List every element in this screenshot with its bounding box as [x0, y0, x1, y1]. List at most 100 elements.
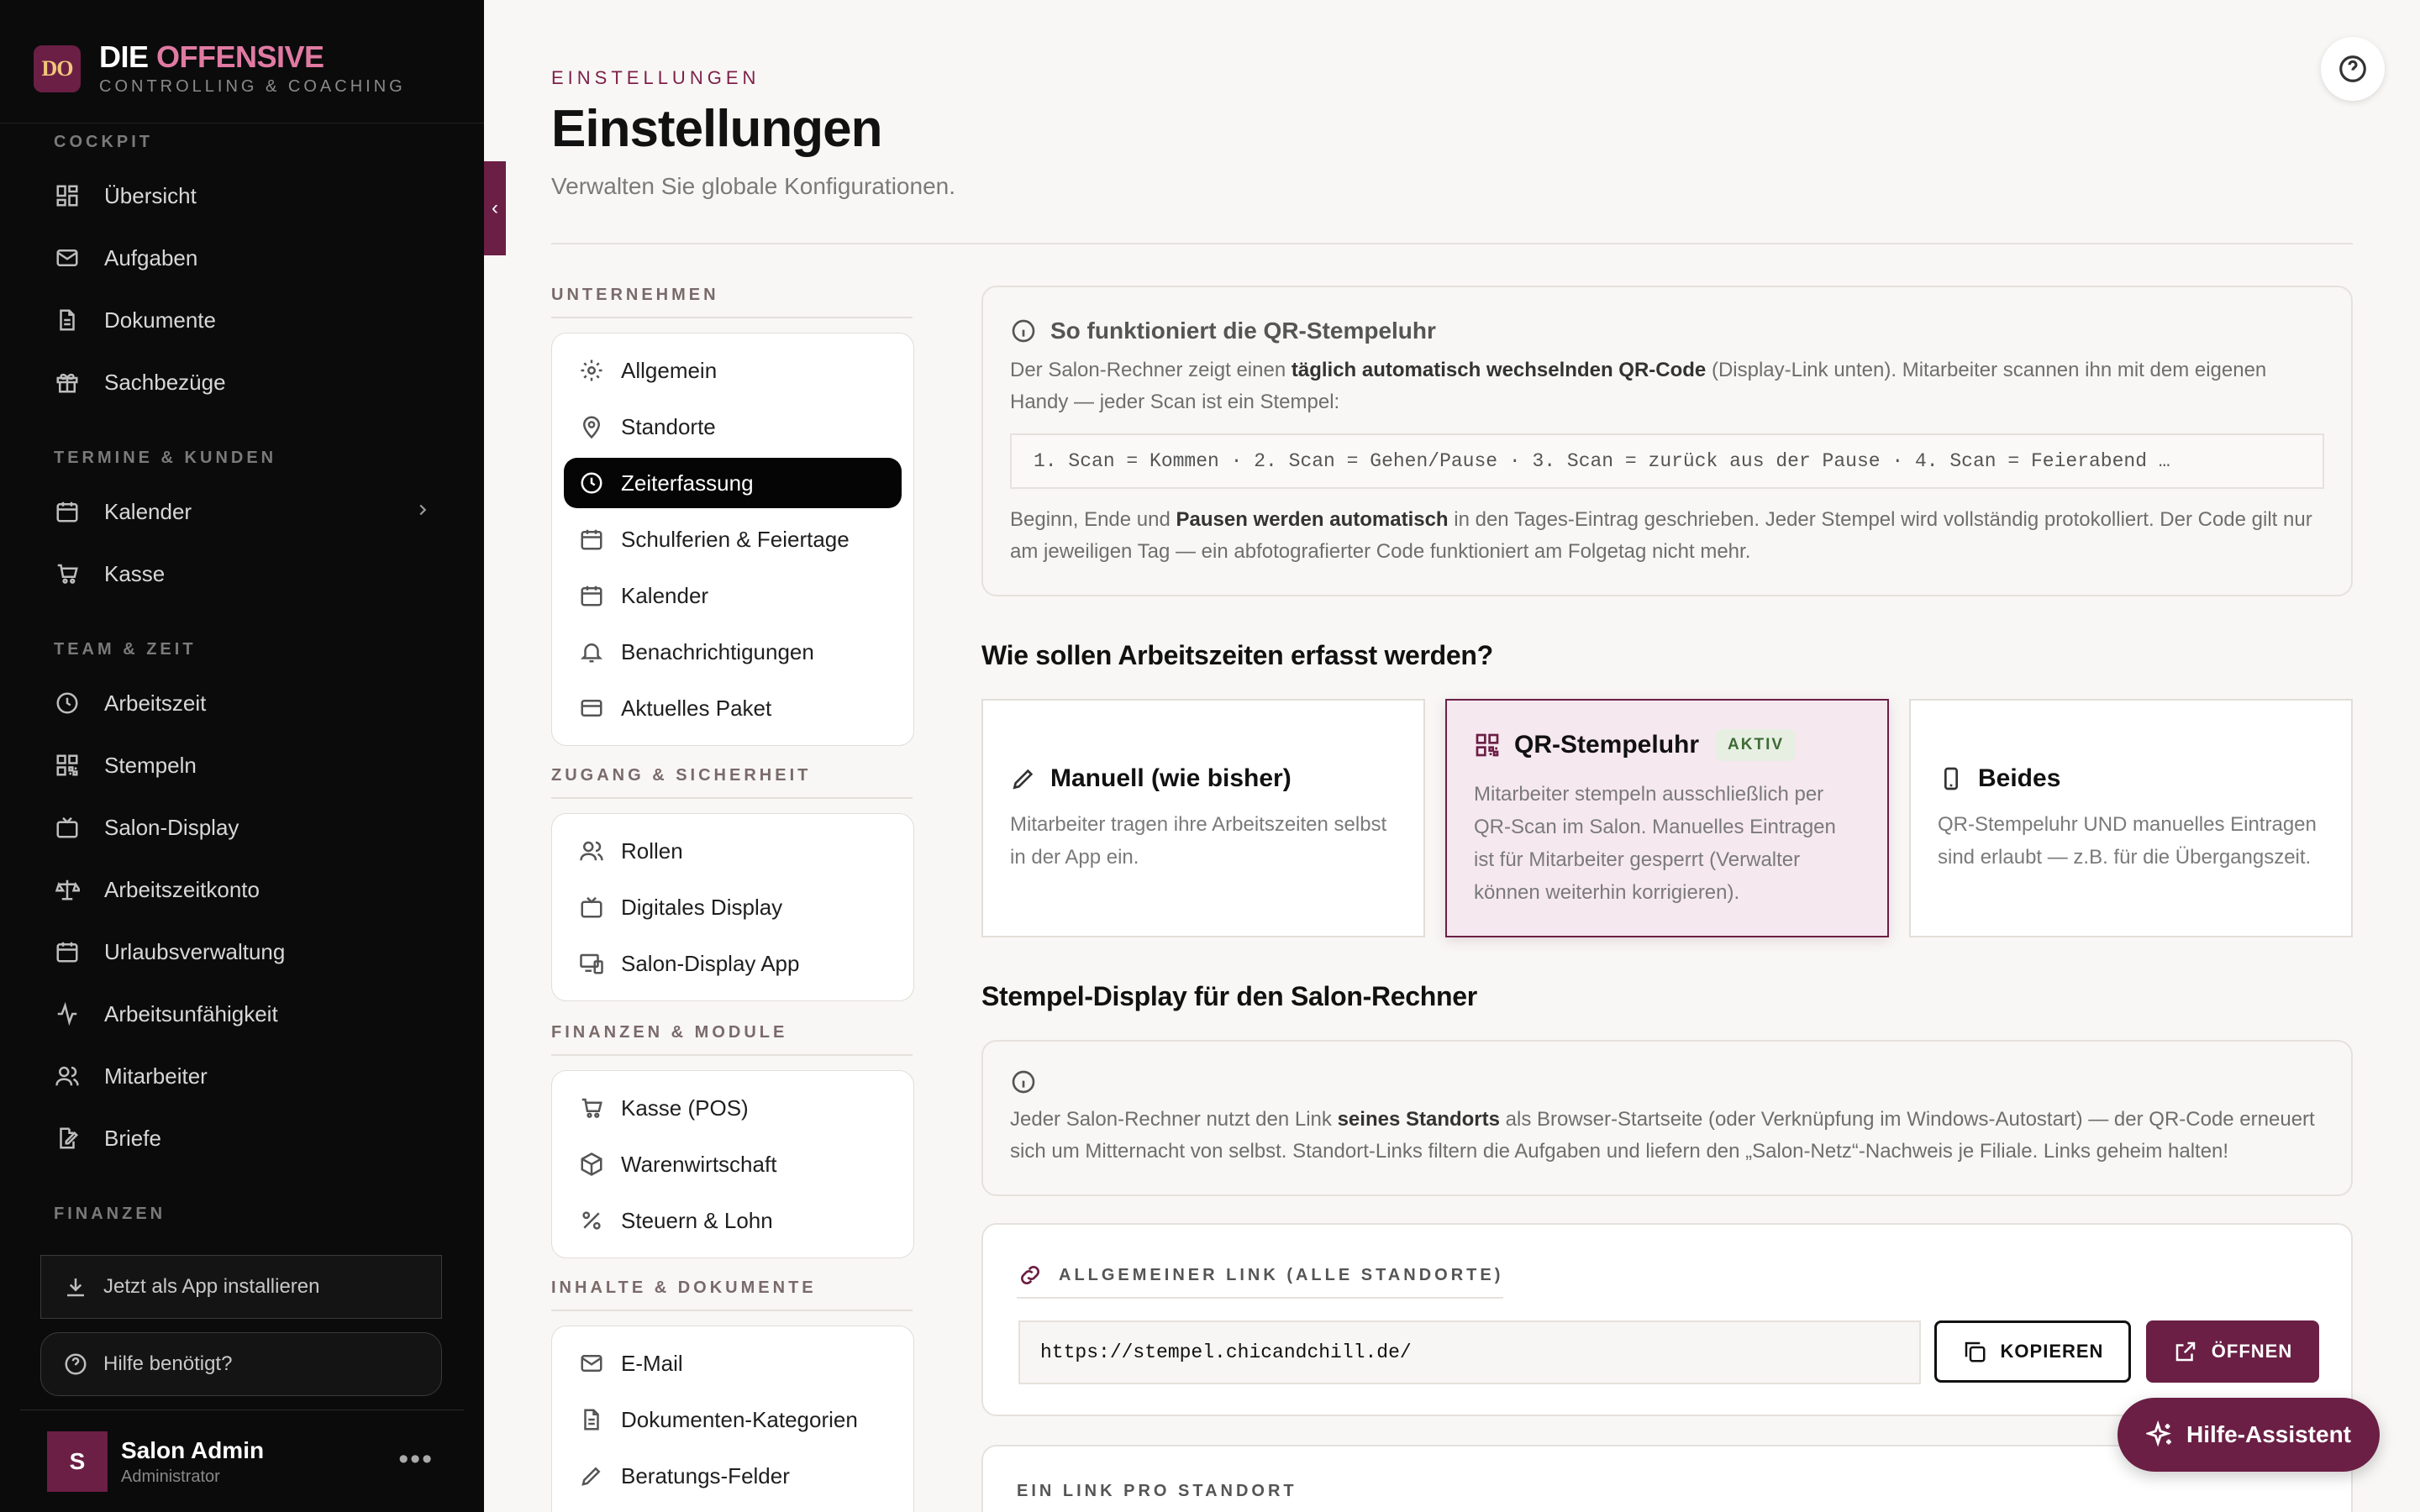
settings-item-kasse-pos[interactable]: Kasse (POS): [564, 1083, 902, 1133]
per-location-label: EIN LINK PRO STANDORT: [1017, 1482, 1297, 1500]
open-link-button[interactable]: ÖFFNEN: [2146, 1320, 2319, 1383]
calendar-icon: [581, 585, 602, 606]
general-link-card: ALLGEMEINER LINK (ALLE STANDORTE) https:…: [981, 1223, 2353, 1416]
cart-icon: [581, 1098, 602, 1118]
sidebar-item-briefe[interactable]: Briefe: [54, 1115, 432, 1162]
settings-item-beratungs-felder[interactable]: Beratungs-Felder: [564, 1451, 902, 1501]
sidebar-item-uebersicht[interactable]: Übersicht: [54, 172, 432, 219]
sidebar-item-urlaubsverwaltung[interactable]: Urlaubsverwaltung: [54, 928, 432, 975]
page-title: Einstellungen: [551, 100, 882, 158]
settings-card-inhalte: E-Mail Dokumenten-Kategorien Beratungs-F…: [551, 1326, 914, 1512]
sidebar-item-arbeitsunfaehigkeit[interactable]: Arbeitsunfähigkeit: [54, 990, 432, 1037]
phone-icon: [1944, 767, 1958, 790]
sidebar-item-sachbezuege[interactable]: Sachbezüge: [54, 359, 432, 406]
general-link-label: ALLGEMEINER LINK (ALLE STANDORTE): [1017, 1262, 1504, 1299]
edit-document-icon: [54, 1125, 81, 1152]
nav-section-team: TEAM & ZEIT: [54, 640, 197, 659]
settings-item-rollen[interactable]: Rollen: [564, 826, 902, 876]
dashboard-icon: [54, 182, 81, 209]
user-name: Salon Admin: [121, 1436, 265, 1463]
sidebar: DO DIE OFFENSIVE CONTROLLING & COACHING …: [0, 0, 484, 1512]
settings-item-digitales-display[interactable]: Digitales Display: [564, 882, 902, 932]
brand[interactable]: DO DIE OFFENSIVE CONTROLLING & COACHING: [34, 40, 406, 97]
settings-item-standorte[interactable]: Standorte: [564, 402, 902, 452]
nav-section-cockpit: COCKPIT: [54, 133, 153, 151]
external-link-icon: [2175, 1341, 2196, 1362]
mode-option-qr[interactable]: QR-Stempeluhr AKTIV Mitarbeiter stempeln…: [1445, 699, 1889, 937]
settings-card-finanzen: Kasse (POS) Warenwirtschaft Steuern & Lo…: [551, 1070, 914, 1258]
sidebar-item-aufgaben[interactable]: Aufgaben: [54, 234, 432, 281]
nav-section-finanzen: FINANZEN: [54, 1205, 166, 1223]
qr-info-box: So funktioniert die QR-Stempeluhr Der Sa…: [981, 286, 2353, 596]
brand-subtitle: CONTROLLING & COACHING: [99, 77, 406, 96]
settings-item-email[interactable]: E-Mail: [564, 1338, 902, 1389]
settings-item-dokumenten-kategorien[interactable]: Dokumenten-Kategorien: [564, 1394, 902, 1445]
tv-icon: [54, 814, 81, 841]
help-assistant-button[interactable]: Hilfe-Assistent: [2118, 1398, 2380, 1472]
mode-option-both[interactable]: Beides QR-Stempeluhr UND manuelles Eintr…: [1909, 699, 2353, 937]
calendar-icon: [581, 529, 602, 550]
sparkles-icon: [2145, 1420, 2171, 1447]
document-icon: [584, 1409, 599, 1431]
sidebar-item-arbeitszeit[interactable]: Arbeitszeit: [54, 680, 432, 727]
divider: [551, 243, 2353, 244]
sidebar-item-kalender[interactable]: Kalender: [54, 488, 432, 535]
link-icon: [1021, 1266, 1039, 1284]
calendar-icon: [54, 498, 81, 525]
tv-icon: [581, 896, 602, 918]
cart-icon: [54, 560, 81, 587]
settings-item-aktuelles-paket[interactable]: Aktuelles Paket: [564, 683, 902, 733]
settings-item-benachrichtigungen[interactable]: Benachrichtigungen: [564, 627, 902, 677]
download-icon: [67, 1278, 84, 1297]
install-app-button[interactable]: Jetzt als App installieren: [40, 1255, 442, 1319]
display-info-box: Jeder Salon-Rechner nutzt den Link seine…: [981, 1040, 2353, 1196]
settings-item-steuern-lohn[interactable]: Steuern & Lohn: [564, 1195, 902, 1246]
scan-sequence-code: 1. Scan = Kommen · 2. Scan = Gehen/Pause…: [1010, 433, 2324, 489]
settings-item-zeiterfassung[interactable]: Zeiterfassung: [564, 458, 902, 508]
user-profile[interactable]: S Salon Admin Administrator •••: [47, 1431, 434, 1492]
document-icon: [54, 307, 81, 333]
gift-icon: [54, 369, 81, 396]
chevron-right-icon: [413, 499, 432, 525]
status-badge: AKTIV: [1716, 729, 1797, 761]
page-subtitle: Verwalten Sie globale Konfigurationen.: [551, 173, 956, 199]
settings-item-allgemein[interactable]: Allgemein: [564, 345, 902, 396]
help-icon-button[interactable]: [2321, 37, 2385, 101]
general-link-input[interactable]: https://stempel.chicandchill.de/: [1018, 1320, 1921, 1384]
map-pin-icon: [582, 416, 601, 439]
copy-link-button[interactable]: KOPIEREN: [1934, 1320, 2131, 1383]
display-heading: Stempel-Display für den Salon-Rechner: [981, 981, 1477, 1011]
qr-icon: [1476, 733, 1499, 757]
collapse-sidebar-button[interactable]: ‹: [484, 161, 506, 255]
settings-item-schulferien[interactable]: Schulferien & Feiertage: [564, 514, 902, 564]
users-icon: [54, 1063, 81, 1089]
scale-icon: [54, 876, 81, 903]
clock-icon: [54, 690, 81, 717]
avatar: S: [47, 1431, 108, 1492]
more-icon[interactable]: •••: [398, 1443, 434, 1476]
qr-icon: [54, 752, 81, 779]
sidebar-item-dokumente[interactable]: Dokumente: [54, 297, 432, 344]
settings-item-salon-display-app[interactable]: Salon-Display App: [564, 938, 902, 989]
clock-icon: [581, 472, 602, 494]
percent-icon: [582, 1211, 601, 1230]
settings-card-unternehmen: Allgemein Standorte Zeiterfassung Schulf…: [551, 333, 914, 746]
settings-item-kalender[interactable]: Kalender: [564, 570, 902, 621]
mode-heading: Wie sollen Arbeitszeiten erfasst werden?: [981, 640, 1493, 670]
settings-item-warenwirtschaft[interactable]: Warenwirtschaft: [564, 1139, 902, 1189]
sidebar-item-kasse[interactable]: Kasse: [54, 550, 432, 597]
mode-option-manual[interactable]: Manuell (wie bisher) Mitarbeiter tragen …: [981, 699, 1425, 937]
help-button[interactable]: Hilfe benötigt?: [40, 1332, 442, 1396]
settings-section-inhalte: INHALTE & DOKUMENTE: [551, 1278, 913, 1311]
sidebar-item-stempeln[interactable]: Stempeln: [54, 742, 432, 789]
copy-icon: [1965, 1341, 1986, 1362]
settings-section-zugang: ZUGANG & SICHERHEIT: [551, 766, 913, 799]
info-paragraph-2: Beginn, Ende und Pausen werden automatis…: [1010, 508, 2312, 563]
sidebar-item-mitarbeiter[interactable]: Mitarbeiter: [54, 1053, 432, 1100]
sidebar-item-salon-display[interactable]: Salon-Display: [54, 804, 432, 851]
breadcrumb: EINSTELLUNGEN: [551, 67, 760, 88]
settings-card-zugang: Rollen Digitales Display Salon-Display A…: [551, 813, 914, 1001]
mail-icon: [54, 244, 81, 271]
sidebar-item-arbeitszeitkonto[interactable]: Arbeitszeitkonto: [54, 866, 432, 913]
calendar-icon: [54, 938, 81, 965]
